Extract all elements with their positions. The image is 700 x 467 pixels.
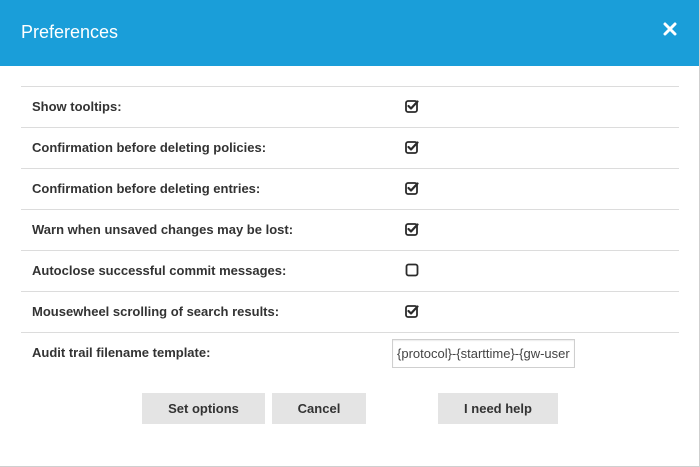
option-label: Autoclose successful commit messages:: [32, 263, 287, 278]
dialog-title: Preferences: [21, 22, 119, 42]
help-button[interactable]: I need help: [438, 393, 558, 424]
option-label: Mousewheel scrolling of search results:: [32, 304, 280, 319]
option-label: Warn when unsaved changes may be lost:: [32, 222, 294, 237]
checkbox-checked-icon[interactable]: [405, 140, 419, 154]
option-row-mousewheel: Mousewheel scrolling of search results:: [21, 292, 679, 333]
set-options-button[interactable]: Set options: [142, 393, 265, 424]
checkbox-checked-icon[interactable]: [405, 304, 419, 318]
option-row-confirm-entries: Confirmation before deleting entries:: [21, 169, 679, 210]
audit-trail-template-input[interactable]: [392, 339, 575, 368]
dialog-header: Preferences: [0, 0, 699, 66]
checkbox-checked-icon[interactable]: [405, 99, 419, 113]
option-label: Confirmation before deleting policies:: [32, 140, 267, 155]
option-label: Show tooltips:: [32, 99, 122, 114]
checkbox-unchecked-icon[interactable]: [405, 263, 419, 277]
option-row-warn-unsaved: Warn when unsaved changes may be lost:: [21, 210, 679, 251]
audit-trail-label: Audit trail filename template:: [32, 345, 211, 360]
option-row-autoclose: Autoclose successful commit messages:: [21, 251, 679, 292]
checkbox-checked-icon[interactable]: [405, 181, 419, 195]
close-icon[interactable]: [663, 22, 677, 36]
preferences-table: Show tooltips: Confirmation before delet…: [21, 86, 679, 375]
preferences-dialog: Preferences Show tooltips: Confirmation …: [0, 0, 700, 467]
option-label: Confirmation before deleting entries:: [32, 181, 261, 196]
option-row-confirm-policies: Confirmation before deleting policies:: [21, 128, 679, 169]
option-row-tooltips: Show tooltips:: [21, 87, 679, 128]
option-row-audit-trail: Audit trail filename template:: [21, 333, 679, 375]
checkbox-checked-icon[interactable]: [405, 222, 419, 236]
cancel-button[interactable]: Cancel: [272, 393, 366, 424]
